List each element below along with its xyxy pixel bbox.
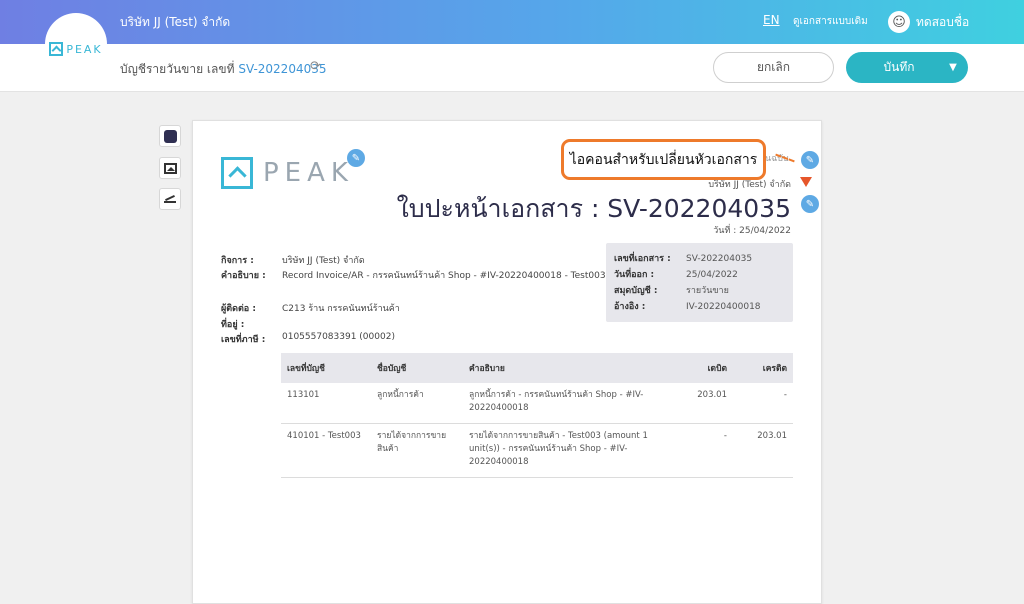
meta-value: 25/04/2022	[686, 270, 738, 280]
meta-key: เลขที่เอกสาร :	[614, 254, 671, 264]
column-header: คำอธิบาย	[463, 353, 673, 383]
credit-cell: 203.01	[733, 423, 793, 478]
signature-icon	[164, 195, 176, 203]
description-value: Record Invoice/AR - กรรคนันทน์ร้านค้า Sh…	[282, 271, 606, 281]
document-meta-box: เลขที่เอกสาร : SV-202204035 วันที่ออก : 25…	[606, 243, 793, 322]
chevron-down-icon[interactable]: ▼	[938, 62, 968, 73]
account-name-cell: รายได้จากการขายสินค้า	[371, 423, 463, 478]
color-tool-button[interactable]	[159, 125, 181, 147]
account-cell: 113101	[281, 383, 371, 424]
description-cell: รายได้จากการขายสินค้า - Test003 (amount …	[463, 423, 673, 478]
image-icon	[163, 162, 177, 174]
refresh-icon[interactable]: ⟳	[310, 59, 321, 74]
save-button-label: บันทึก	[883, 60, 915, 74]
peak-logo-text: PEAK	[66, 42, 103, 56]
meta-row: สมุดบัญชี : รายวันขาย	[614, 283, 729, 297]
contact-value: C213 ร้าน กรรคนันทน์ร้านค้า	[282, 304, 400, 314]
peak-logo-icon	[49, 42, 64, 56]
meta-value: IV-20220400018	[686, 302, 761, 312]
description-cell: ลูกหนี้การค้า - กรรคนันทน์ร้านค้า Shop -…	[463, 383, 673, 424]
peak-logo-icon	[221, 157, 253, 189]
username[interactable]: ทดสอบชื่อ	[916, 13, 969, 32]
peak-logo[interactable]: PEAK	[45, 13, 107, 75]
company-name[interactable]: บริษัท JJ (Test) จำกัด	[120, 13, 230, 32]
save-button[interactable]: บันทึก ▼	[846, 52, 968, 83]
meta-row: วันที่ออก : 25/04/2022	[614, 267, 738, 281]
column-header: ชื่อบัญชี	[371, 353, 463, 383]
document-paper: PEAK ✎ ้นฉบับ ไอคอนสำหรับเปลี่ยนหัวเอกสา…	[192, 120, 822, 604]
meta-key: อ้างอิง :	[614, 302, 646, 312]
stamp-tool-button[interactable]	[159, 188, 181, 210]
meta-value: SV-202204035	[686, 254, 753, 264]
credit-cell: -	[733, 383, 793, 424]
document-logo: PEAK	[221, 157, 354, 189]
meta-value: รายวันขาย	[686, 286, 729, 296]
annotation-callout: ไอคอนสำหรับเปลี่ยนหัวเอกสาร	[561, 139, 766, 180]
top-bar: บริษัท JJ (Test) จำกัด EN ดูเอกสารแบบเดิ…	[0, 0, 1024, 44]
breadcrumb: บัญชีรายวันขาย เลขที่ SV-202204035	[120, 60, 327, 79]
account-cell: 410101 - Test003	[281, 423, 371, 478]
document-date: วันที่ : 25/04/2022	[713, 226, 791, 236]
journal-table: เลขที่บัญชี ชื่อบัญชี คำอธิบาย เดบิต เคร…	[281, 353, 793, 478]
column-header: เดบิต	[673, 353, 733, 383]
column-header: เครดิต	[733, 353, 793, 383]
image-tool-button[interactable]	[159, 157, 181, 179]
meta-row: อ้างอิง : IV-20220400018	[614, 299, 761, 313]
pencil-icon[interactable]: ✎	[801, 195, 819, 213]
table-row: 410101 - Test003 รายได้จากการขายสินค้า ร…	[281, 423, 793, 478]
table-row: 113101 ลูกหนี้การค้า ลูกหนี้การค้า - กรร…	[281, 383, 793, 424]
annotation-arrow-head	[800, 177, 812, 187]
account-name-cell: ลูกหนี้การค้า	[371, 383, 463, 424]
contact-label: ผู้ติดต่อ :	[221, 304, 256, 314]
tax-id-label: เลขที่ภาษี :	[221, 335, 266, 345]
column-header: เลขที่บัญชี	[281, 353, 371, 383]
sub-header: บัญชีรายวันขาย เลขที่ SV-202204035 ⟳ ยกเ…	[0, 44, 1024, 92]
meta-key: วันที่ออก :	[614, 270, 655, 280]
breadcrumb-label: บัญชีรายวันขาย เลขที่	[120, 62, 235, 76]
cancel-button[interactable]: ยกเลิก	[713, 52, 834, 83]
business-label: กิจการ :	[221, 256, 254, 266]
table-header: เลขที่บัญชี ชื่อบัญชี คำอธิบาย เดบิต เคร…	[281, 353, 793, 383]
view-old-document-link[interactable]: ดูเอกสารแบบเดิม	[793, 14, 868, 29]
avatar[interactable]: ☺	[888, 11, 910, 33]
pencil-icon[interactable]: ✎	[801, 151, 819, 169]
color-square-icon	[163, 129, 177, 143]
address-label: ที่อยู่ :	[221, 320, 245, 330]
business-value: บริษัท JJ (Test) จำกัด	[282, 256, 365, 266]
pencil-icon[interactable]: ✎	[347, 149, 365, 167]
debit-cell: -	[673, 423, 733, 478]
document-logo-text: PEAK	[263, 158, 354, 188]
debit-cell: 203.01	[673, 383, 733, 424]
meta-row: เลขที่เอกสาร : SV-202204035	[614, 251, 752, 265]
tax-id-value: 0105557083391 (00002)	[282, 332, 395, 342]
meta-key: สมุดบัญชี :	[614, 286, 658, 296]
language-switch[interactable]: EN	[763, 13, 780, 27]
description-label: คำอธิบาย :	[221, 271, 266, 281]
